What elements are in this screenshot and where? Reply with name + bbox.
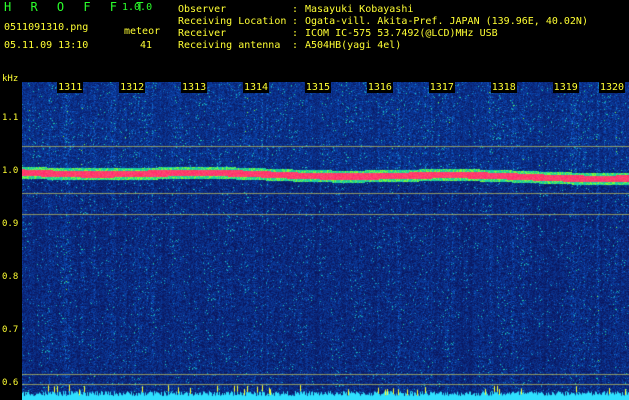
spectrogram [22, 82, 629, 400]
info-separator: : [292, 16, 299, 27]
info-colons: : : : : [292, 4, 298, 52]
x-tick-label: 1316 [366, 82, 393, 93]
meteor-label: meteor [124, 26, 161, 37]
info-label-observer: Observer [178, 4, 227, 15]
y-tick-label: 0.7 [2, 325, 19, 336]
info-value-location: Ogata-vill. Akita-Pref. JAPAN (139.96E, … [305, 16, 588, 27]
info-labels: Observer Receiving Location Receiver Rec… [178, 4, 286, 52]
y-tick-label: 1.1 [2, 113, 19, 124]
y-tick-label: 0.8 [2, 272, 19, 283]
x-tick-label: 1320 [599, 82, 626, 93]
x-tick-label: 1315 [304, 82, 331, 93]
y-tick-label: 0.6 [2, 378, 19, 389]
x-tick-label: 1312 [119, 82, 146, 93]
info-label-location: Receiving Location [178, 16, 287, 27]
meteor-count: 41 [140, 40, 153, 51]
x-tick-label: 1314 [242, 82, 270, 93]
info-value-receiver: ICOM IC-575 53.7492(@LCD)MHz USB [305, 28, 498, 39]
y-tick-label: 1.0 [2, 166, 19, 177]
y-unit-label: kHz [2, 74, 19, 84]
info-value-observer: Masayuki Kobayashi [305, 4, 414, 15]
x-tick-label: 1311 [57, 82, 84, 93]
x-tick-label: 1313 [181, 82, 208, 93]
y-tick-label: 0.9 [2, 219, 19, 230]
info-values: Masayuki Kobayashi Ogata-vill. Akita-Pre… [305, 4, 588, 52]
info-separator: : [292, 40, 299, 51]
info-separator: : [292, 28, 299, 39]
info-label-antenna: Receiving antenna [178, 40, 281, 51]
date-time: 05.11.09 13:10 [4, 40, 89, 51]
spectrogram-canvas [22, 82, 629, 400]
info-separator: : [292, 4, 299, 15]
x-tick-label: 1317 [428, 82, 455, 93]
x-tick-label: 1318 [490, 82, 517, 93]
info-value-antenna: A504HB(yagi 4el) [305, 40, 402, 51]
file-name: 0511091310.png [4, 22, 89, 33]
info-label-receiver: Receiver [178, 28, 227, 39]
app-version: 1.0.0 [122, 2, 153, 13]
x-tick-label: 1319 [552, 82, 579, 93]
